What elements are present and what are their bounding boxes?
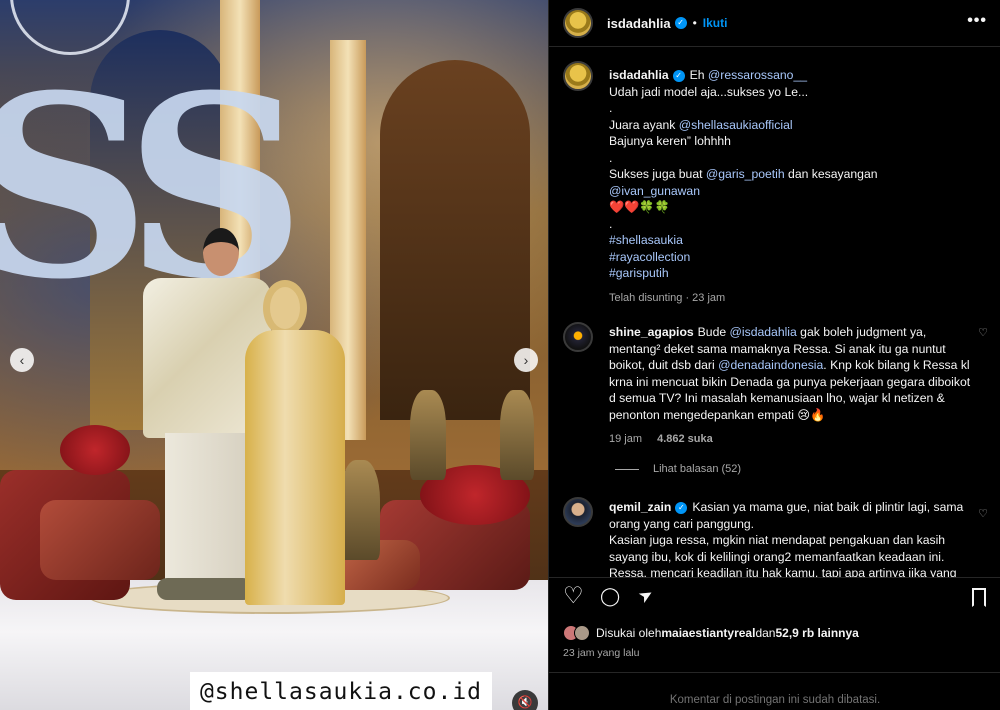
caption-line: Udah jadi model aja...sukses yo Le... bbox=[609, 84, 979, 101]
caption-line: @ivan_gunawan bbox=[609, 183, 979, 200]
liker-avatar bbox=[574, 625, 590, 641]
verified-badge-icon: ✓ bbox=[672, 70, 685, 82]
comment-text: shine_agapios Bude @isdadahlia gak boleh … bbox=[609, 324, 979, 448]
caption-line: #garisputih bbox=[609, 265, 979, 282]
text-segment: Eh bbox=[689, 68, 708, 82]
caption-line: . bbox=[609, 216, 979, 233]
man-trousers bbox=[165, 433, 245, 583]
comment-likes[interactable]: 4.862 suka bbox=[657, 433, 713, 445]
model-woman bbox=[245, 280, 345, 605]
commenter-username[interactable]: qemil_zain bbox=[609, 500, 671, 514]
lantern bbox=[340, 460, 380, 560]
caption-avatar[interactable] bbox=[563, 61, 593, 91]
liked-by-prefix: Disukai oleh bbox=[596, 626, 662, 640]
comment-like-icon[interactable]: ♡ bbox=[978, 326, 988, 339]
commenter-avatar[interactable] bbox=[563, 497, 593, 527]
text-segment: Juara ayank bbox=[609, 117, 679, 132]
caption-line: . bbox=[609, 100, 979, 117]
mention-link[interactable]: #garisputih bbox=[609, 266, 669, 280]
comment-time: 19 jam bbox=[609, 433, 643, 445]
mention-link[interactable]: @shellasaukiaofficial bbox=[679, 118, 793, 132]
mention-link[interactable]: @ressarossano__ bbox=[708, 68, 807, 82]
text-segment: Kasian juga ressa, mgkin niat mendapat p… bbox=[609, 533, 946, 564]
commenter-username[interactable]: shine_agapios bbox=[609, 325, 694, 339]
post-actions: ♡ ◯ ➤ bbox=[549, 582, 1000, 614]
lantern bbox=[500, 390, 534, 480]
mute-icon[interactable]: 🔇 bbox=[512, 690, 538, 710]
replies-line bbox=[615, 468, 639, 470]
man-shoes bbox=[157, 578, 253, 600]
backdrop-arch bbox=[380, 60, 530, 420]
mention-link[interactable]: @denadaindonesia bbox=[718, 358, 823, 372]
woman-dress bbox=[245, 330, 345, 605]
text-segment: ❤️❤️🍀🍀 bbox=[609, 200, 670, 214]
more-options-icon[interactable]: ••• bbox=[967, 12, 987, 30]
text-segment: . bbox=[609, 150, 613, 165]
view-replies-button[interactable]: Lihat balasan (52) bbox=[615, 463, 741, 475]
follow-button[interactable]: Ikuti bbox=[703, 16, 728, 30]
comment-meta: 19 jam 4.862 suka bbox=[609, 431, 979, 448]
comments-scroll-area[interactable]: isdadahlia ✓ Eh @ressarossano__ Udah jadi m… bbox=[549, 47, 1000, 577]
caption-line: Bajunya keren” lohhhh bbox=[609, 133, 979, 150]
text-segment: dan kesayangan bbox=[784, 167, 878, 181]
commenter-avatar[interactable] bbox=[563, 322, 593, 352]
post-media[interactable]: SS ‹ › @shellasaukia.co.id 🔇 bbox=[0, 0, 548, 710]
caption-line: Sukses juga buat @garis_poetih dan kesay… bbox=[609, 166, 979, 183]
verified-badge-icon: ✓ bbox=[674, 17, 687, 29]
text-segment: Sukses juga buat bbox=[609, 167, 706, 181]
previous-image-button[interactable]: ‹ bbox=[10, 348, 34, 372]
post-time: 23 jam yang lalu bbox=[563, 647, 640, 659]
separator-dot: • bbox=[692, 16, 697, 30]
footer-divider bbox=[549, 672, 1000, 673]
post-header: isdadahlia ✓ • Ikuti ••• bbox=[549, 0, 1000, 46]
media-watermark: @shellasaukia.co.id bbox=[190, 672, 492, 710]
text-segment: Udah jadi model aja...sukses yo Le... bbox=[609, 84, 809, 99]
mention-link[interactable]: @isdadahlia bbox=[730, 325, 797, 339]
caption-line: Juara ayank @shellasaukiaofficial bbox=[609, 117, 979, 134]
caption-line: isdadahlia ✓ Eh @ressarossano__ bbox=[609, 67, 979, 84]
text-segment: . bbox=[609, 101, 613, 115]
verified-badge-icon: ✓ bbox=[675, 502, 688, 514]
flower-arrangement bbox=[60, 425, 130, 475]
liked-by-user[interactable]: maiaestiantyreal bbox=[661, 626, 755, 640]
man-head bbox=[203, 228, 239, 276]
liked-by: Disukai oleh maiaestiantyreal dan 52,9 r… bbox=[563, 625, 859, 641]
share-icon[interactable]: ➤ bbox=[635, 584, 657, 608]
caption-text: isdadahlia ✓ Eh @ressarossano__ Udah jadi m… bbox=[609, 67, 979, 306]
author-username[interactable]: isdadahlia bbox=[607, 16, 671, 31]
woman-head bbox=[263, 280, 307, 336]
caption-line: #rayacollection bbox=[609, 249, 979, 266]
author-avatar[interactable] bbox=[563, 8, 593, 38]
caption-username[interactable]: isdadahlia bbox=[609, 68, 669, 82]
text-segment: Ressa, mencari keadilan itu hak kamu, ta… bbox=[609, 566, 957, 577]
actions-divider bbox=[549, 577, 1000, 578]
mention-link[interactable]: #rayacollection bbox=[609, 250, 690, 264]
caption-line: . bbox=[609, 150, 979, 167]
comments-limited-notice: Komentar di postingan ini sudah dibatasi… bbox=[669, 694, 881, 706]
caption-meta: Telah disunting · 23 jam bbox=[609, 291, 726, 304]
save-icon[interactable] bbox=[972, 588, 986, 607]
like-icon[interactable]: ♡ bbox=[563, 582, 584, 609]
comment-like-icon[interactable]: ♡ bbox=[978, 507, 988, 520]
liked-by-count[interactable]: 52,9 rb lainnya bbox=[775, 626, 858, 640]
text-segment: . bbox=[609, 216, 613, 231]
text-segment: Bajunya keren” lohhhh bbox=[609, 134, 731, 148]
mention-link[interactable]: @garis_poetih bbox=[706, 167, 785, 181]
post-panel: isdadahlia ✓ • Ikuti ••• isdadahlia ✓ Eh @… bbox=[548, 0, 1000, 710]
lantern bbox=[410, 390, 446, 480]
text-segment: Bude bbox=[697, 325, 730, 339]
mention-link[interactable]: @ivan_gunawan bbox=[609, 184, 700, 198]
liked-by-middle: dan bbox=[755, 626, 776, 640]
next-image-button[interactable]: › bbox=[514, 348, 538, 372]
caption-line: #shellasaukia bbox=[609, 232, 979, 249]
view-replies-label: Lihat balasan (52) bbox=[653, 463, 742, 475]
comment-icon[interactable]: ◯ bbox=[600, 586, 620, 607]
mention-link[interactable]: #shellasaukia bbox=[609, 233, 683, 247]
caption-line: ❤️❤️🍀🍀 bbox=[609, 199, 979, 216]
comment-text: qemil_zain ✓ Kasian ya mama gue, niat baik… bbox=[609, 499, 979, 577]
